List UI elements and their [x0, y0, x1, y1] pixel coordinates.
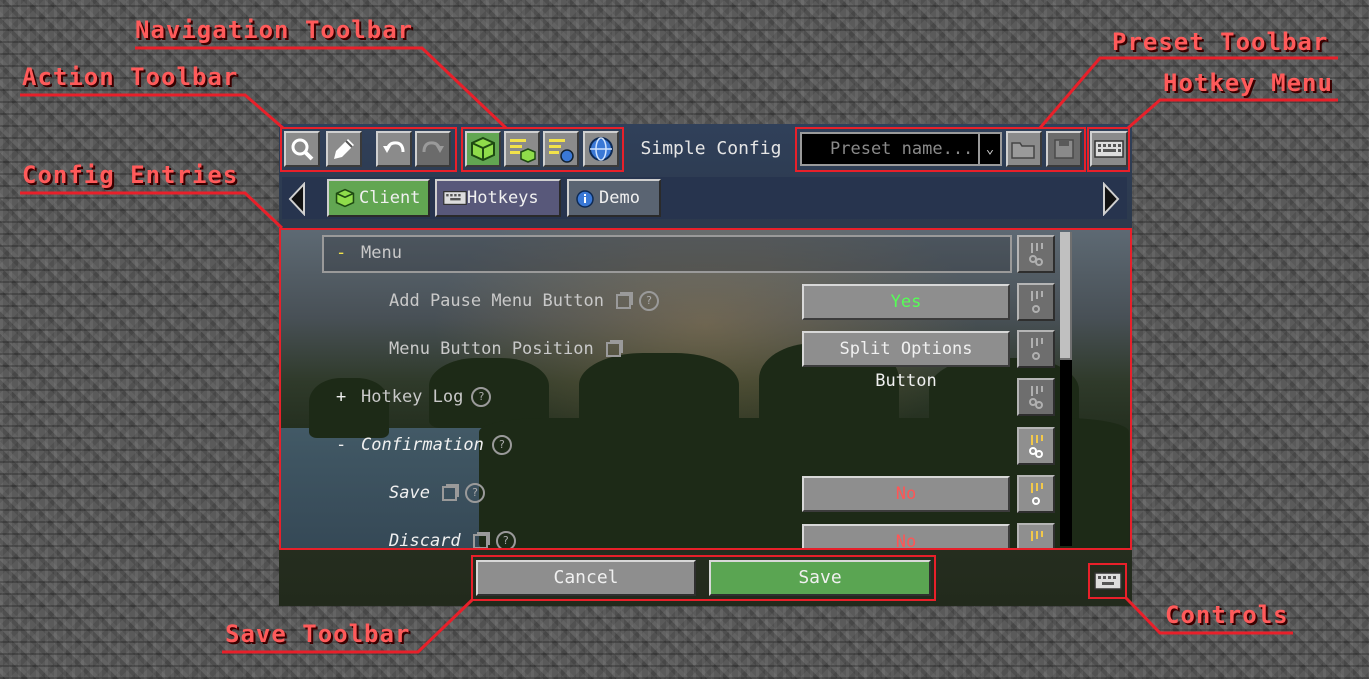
action-toolbar-highlight	[280, 127, 457, 172]
keyboard-icon	[443, 191, 467, 205]
tab-scroll-right-icon[interactable]	[1102, 182, 1120, 216]
tab-demo[interactable]: Demo	[567, 179, 661, 217]
tab-scroll-left-icon[interactable]	[288, 182, 306, 216]
navigation-toolbar-highlight	[461, 127, 624, 172]
tab-hotkeys-label: Hotkeys	[467, 188, 539, 208]
label-hotkey-menu: Hotkey Menu	[1163, 69, 1333, 97]
label-navigation-toolbar: Navigation Toolbar	[135, 16, 414, 44]
preset-toolbar-highlight	[795, 127, 1086, 172]
label-preset-toolbar: Preset Toolbar	[1112, 28, 1329, 56]
tab-demo-label: Demo	[599, 188, 640, 208]
save-toolbar-highlight	[471, 555, 936, 601]
label-config-entries: Config Entries	[22, 161, 239, 189]
info-icon	[576, 190, 594, 208]
label-controls: Controls	[1165, 601, 1289, 629]
config-entries-highlight	[279, 228, 1132, 550]
cube-icon	[335, 188, 355, 208]
hotkey-menu-highlight	[1087, 127, 1130, 172]
controls-highlight	[1088, 563, 1127, 599]
screen-title: Simple Config	[640, 138, 782, 159]
tab-hotkeys[interactable]: Hotkeys	[435, 179, 561, 217]
tab-client-label: Client	[359, 188, 421, 208]
label-action-toolbar: Action Toolbar	[22, 63, 239, 91]
label-save-toolbar: Save Toolbar	[225, 620, 411, 648]
tab-client[interactable]: Client	[327, 179, 430, 217]
